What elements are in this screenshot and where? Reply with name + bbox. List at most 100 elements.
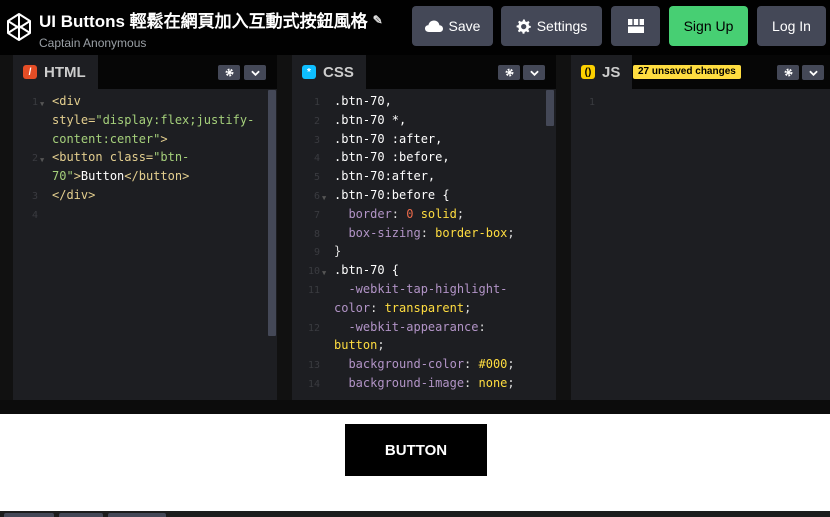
code-token: .btn-70 *, [334,112,407,127]
code-token: : [391,206,407,221]
html-menu-button[interactable] [244,65,266,80]
js-editor-pane: () JS 27 unsaved changes 1 [571,55,830,400]
author-name[interactable]: Captain Anonymous [39,36,383,50]
unsaved-changes-badge: 27 unsaved changes [633,65,741,79]
code-line: color: transparent; [334,299,471,318]
code-token: : [478,319,486,334]
code-line: <div [52,92,81,111]
gear-icon [505,68,513,77]
line-number: 14 [307,379,320,390]
code-token: #000 [478,357,508,372]
line-number: 1 [313,97,320,108]
editor-area: / HTML 1 ▼ <div style="display:flex;justify… [0,55,830,400]
tab-css[interactable]: * CSS [292,55,366,89]
css-scrollbar[interactable] [546,90,554,126]
code-token: .btn-70:before { [334,188,450,202]
chevron-down-icon [250,70,260,76]
fold-arrow-icon[interactable]: ▼ [322,264,326,283]
code-token: .btn-70 :before, [334,150,450,165]
code-token: "btn- [153,150,190,165]
html-settings-button[interactable] [218,65,240,80]
line-number: 2 [313,115,320,127]
code-line: background-color: #000; [334,355,515,374]
code-token: style= [52,112,96,127]
code-token: ; [507,357,515,372]
save-label: Save [448,18,481,34]
line-number: 11 [307,285,320,296]
js-settings-button[interactable] [777,65,799,80]
chevron-down-icon [808,70,818,76]
tab-js-label: JS [602,63,621,81]
line-number: 2 [31,153,38,165]
code-token: </div> [52,188,96,202]
code-line: -webkit-tap-highlight- [334,280,507,299]
code-token: color [334,300,371,315]
code-token: .btn-70 { [334,263,400,278]
tab-html-label: HTML [44,63,86,81]
code-token: <div [52,94,81,108]
footer-tab[interactable] [4,513,54,517]
code-line: border: 0 solid; [334,205,464,224]
code-token: border-box [435,225,508,240]
line-number: 3 [31,191,38,202]
log-in-button[interactable]: Log In [757,6,826,46]
code-token: Button [80,169,125,184]
code-line: content:center"> [52,130,168,149]
settings-button[interactable]: Settings [501,6,602,46]
html-pane-header: / HTML [13,55,277,89]
css-menu-button[interactable] [523,65,545,80]
code-token: : [464,376,479,390]
line-number: 6 [313,191,320,202]
code-token: background-color [334,357,465,372]
code-token: ; [456,206,465,221]
css-pane-header: * CSS [292,55,556,89]
code-token: class= [109,150,154,165]
code-token: solid [413,206,457,221]
code-token: -webkit-appearance [334,319,479,334]
fold-arrow-icon[interactable]: ▼ [40,151,44,170]
css-settings-button[interactable] [498,65,520,80]
footer-tab[interactable] [108,513,166,517]
css-icon: * [302,65,316,79]
change-view-button[interactable] [611,6,660,46]
pen-title[interactable]: UI Buttons 輕鬆在網頁加入互動式按鈕風格 [39,7,368,32]
code-token: none [478,376,508,390]
gear-icon [516,18,531,34]
pencil-icon[interactable]: ✎ [373,13,383,27]
gear-icon [784,68,792,77]
html-editor-pane: / HTML 1 ▼ <div style="display:flex;justify… [13,55,277,400]
line-number: 13 [307,360,320,372]
code-line: .btn-70:after, [334,167,435,186]
html-icon: / [23,65,37,79]
fold-arrow-icon[interactable]: ▼ [40,95,44,114]
code-line: -webkit-appearance: [334,318,486,337]
code-line: button; [334,336,385,355]
code-token: transparent [384,300,465,315]
code-token: } [334,244,342,259]
codepen-logo-icon[interactable] [6,12,32,42]
code-token: ; [464,300,472,315]
tab-js[interactable]: () JS [571,55,633,89]
code-token: : [464,357,479,372]
fold-arrow-icon[interactable]: ▼ [322,189,326,208]
code-token: </button> [124,169,190,184]
code-token: "display:flex;justify- [95,112,255,127]
resize-handle[interactable] [0,400,830,414]
header: UI Buttons 輕鬆在網頁加入互動式按鈕風格 ✎ Captain Anon… [0,0,830,55]
html-scrollbar[interactable] [268,90,276,336]
tab-html[interactable]: / HTML [13,55,98,89]
footer-tab[interactable] [59,513,103,517]
demo-button[interactable]: BUTTON [345,424,487,476]
code-token: background-image [334,376,465,390]
line-number: 10 [307,266,320,278]
chevron-down-icon [529,70,539,76]
sign-up-button[interactable]: Sign Up [669,6,748,46]
settings-label: Settings [536,18,588,34]
save-button[interactable]: Save [412,6,493,46]
tab-css-label: CSS [323,63,354,81]
js-menu-button[interactable] [802,65,824,80]
code-line: box-sizing: border-box; [334,224,514,243]
gear-icon [225,68,233,77]
code-line: } [334,242,341,261]
code-token: <button [52,150,110,165]
